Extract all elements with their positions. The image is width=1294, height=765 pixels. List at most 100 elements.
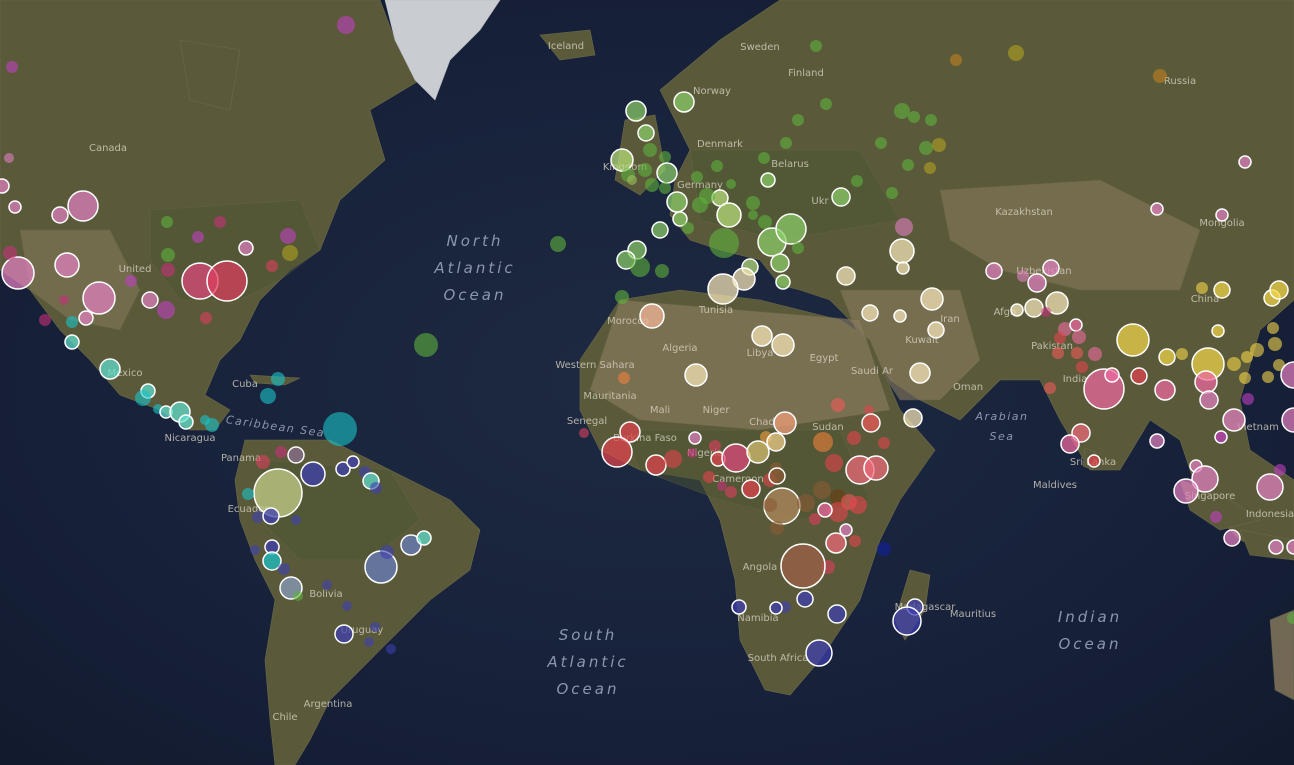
map-marker[interactable]: [716, 202, 742, 228]
map-marker[interactable]: [1242, 393, 1254, 405]
map-marker[interactable]: [703, 471, 715, 483]
map-marker[interactable]: [770, 521, 784, 535]
map-marker[interactable]: [59, 295, 69, 305]
map-marker[interactable]: [141, 291, 159, 309]
map-marker[interactable]: [157, 301, 175, 319]
map-marker[interactable]: [125, 275, 137, 287]
map-marker[interactable]: [688, 431, 702, 445]
map-marker[interactable]: [1268, 539, 1284, 555]
map-marker[interactable]: [275, 446, 287, 458]
map-marker[interactable]: [666, 191, 688, 213]
map-marker[interactable]: [1214, 430, 1228, 444]
map-canvas[interactable]: North Atlantic Ocean South Atlantic Ocea…: [0, 0, 1294, 765]
map-marker[interactable]: [875, 137, 887, 149]
map-marker[interactable]: [206, 260, 248, 302]
map-marker[interactable]: [851, 175, 863, 187]
map-marker[interactable]: [659, 151, 671, 163]
map-marker[interactable]: [161, 263, 175, 277]
map-marker[interactable]: [1239, 372, 1251, 384]
map-marker[interactable]: [1267, 322, 1279, 334]
map-marker[interactable]: [809, 513, 821, 525]
map-marker[interactable]: [836, 266, 856, 286]
map-marker[interactable]: [1268, 337, 1282, 351]
map-marker[interactable]: [827, 604, 847, 624]
map-marker[interactable]: [323, 412, 357, 446]
map-marker[interactable]: [919, 141, 933, 155]
map-marker[interactable]: [813, 481, 831, 499]
map-marker[interactable]: [1010, 303, 1024, 317]
map-marker[interactable]: [1262, 371, 1274, 383]
map-marker[interactable]: [763, 498, 777, 512]
map-marker[interactable]: [1286, 539, 1294, 555]
map-marker[interactable]: [796, 590, 814, 608]
map-marker[interactable]: [687, 448, 697, 458]
map-marker[interactable]: [780, 543, 826, 589]
map-marker[interactable]: [1104, 367, 1120, 383]
map-marker[interactable]: [346, 455, 360, 469]
map-marker[interactable]: [768, 467, 786, 485]
map-marker[interactable]: [1054, 332, 1066, 344]
map-marker[interactable]: [266, 260, 278, 272]
map-marker[interactable]: [673, 91, 695, 113]
map-marker[interactable]: [1158, 348, 1176, 366]
map-marker[interactable]: [886, 187, 898, 199]
map-marker[interactable]: [1116, 323, 1150, 357]
map-marker[interactable]: [748, 210, 758, 220]
map-marker[interactable]: [1213, 281, 1231, 299]
map-marker[interactable]: [1250, 343, 1264, 357]
map-marker[interactable]: [1008, 45, 1024, 61]
map-marker[interactable]: [256, 455, 270, 469]
map-marker[interactable]: [651, 221, 669, 239]
map-marker[interactable]: [932, 138, 946, 152]
map-marker[interactable]: [414, 333, 438, 357]
map-marker[interactable]: [205, 418, 219, 432]
map-marker[interactable]: [1060, 434, 1080, 454]
map-marker[interactable]: [950, 54, 962, 66]
map-marker[interactable]: [741, 479, 761, 499]
map-marker[interactable]: [291, 515, 301, 525]
map-marker[interactable]: [771, 333, 795, 357]
map-marker[interactable]: [78, 310, 94, 326]
map-marker[interactable]: [550, 236, 566, 252]
map-marker[interactable]: [746, 196, 760, 210]
map-marker[interactable]: [758, 215, 772, 229]
map-marker[interactable]: [903, 408, 923, 428]
map-marker[interactable]: [773, 411, 797, 435]
map-marker[interactable]: [639, 303, 665, 329]
map-marker[interactable]: [751, 325, 773, 347]
map-marker[interactable]: [178, 414, 194, 430]
map-marker[interactable]: [200, 312, 212, 324]
map-marker[interactable]: [627, 175, 637, 185]
map-marker[interactable]: [878, 437, 890, 449]
map-marker[interactable]: [645, 454, 667, 476]
map-marker[interactable]: [894, 103, 910, 119]
map-marker[interactable]: [684, 363, 708, 387]
map-marker[interactable]: [260, 388, 276, 404]
map-marker[interactable]: [1044, 382, 1056, 394]
map-marker[interactable]: [896, 261, 910, 275]
map-marker[interactable]: [780, 137, 792, 149]
map-marker[interactable]: [1215, 208, 1229, 222]
map-marker[interactable]: [51, 206, 69, 224]
map-marker[interactable]: [908, 111, 920, 123]
map-marker[interactable]: [0, 178, 10, 194]
map-marker[interactable]: [711, 160, 723, 172]
map-marker[interactable]: [1222, 408, 1246, 432]
map-marker[interactable]: [1269, 280, 1289, 300]
map-marker[interactable]: [380, 545, 394, 559]
map-marker[interactable]: [637, 124, 655, 142]
map-marker[interactable]: [278, 563, 290, 575]
map-marker[interactable]: [342, 601, 352, 611]
map-marker[interactable]: [262, 507, 280, 525]
map-marker[interactable]: [769, 601, 783, 615]
map-marker[interactable]: [337, 16, 355, 34]
map-marker[interactable]: [895, 218, 913, 236]
map-marker[interactable]: [370, 622, 380, 632]
map-marker[interactable]: [985, 262, 1003, 280]
map-marker[interactable]: [1130, 367, 1148, 385]
map-marker[interactable]: [664, 450, 682, 468]
map-marker[interactable]: [820, 98, 832, 110]
map-marker[interactable]: [659, 182, 671, 194]
map-marker[interactable]: [386, 644, 396, 654]
map-marker[interactable]: [1173, 478, 1199, 504]
